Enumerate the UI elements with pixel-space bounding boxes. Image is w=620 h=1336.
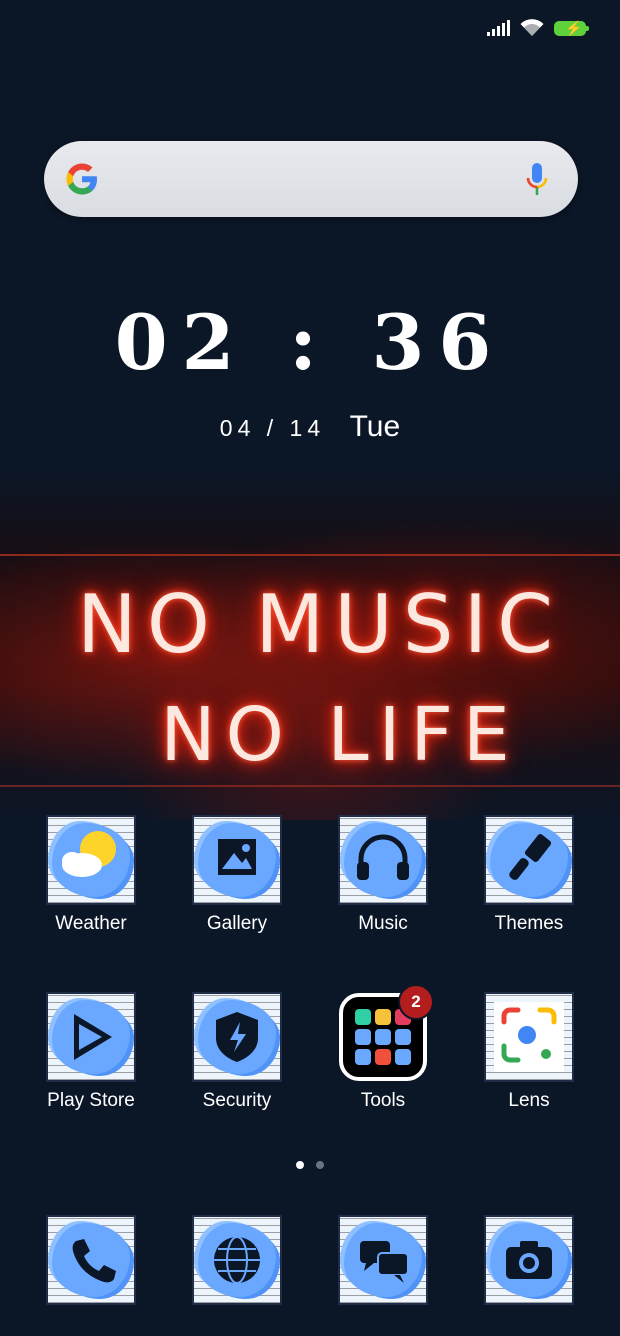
app-label: Play Store [47,1090,135,1111]
camera-icon [484,1215,574,1305]
app-label: Tools [360,1090,406,1111]
messages-icon [338,1215,428,1305]
browser-icon [192,1215,282,1305]
clock-date[interactable]: 04 / 14 Tue [0,410,620,444]
app-themes[interactable]: Themes [471,815,587,935]
app-gallery[interactable]: Gallery [179,815,295,935]
app-weather[interactable]: Weather [33,815,149,935]
app-label: Themes [494,913,564,934]
app-music[interactable]: Music [325,815,441,935]
app-label: Music [358,913,408,934]
wallpaper-neon: NO MUSIC NO LIFE [0,470,620,820]
app-lens[interactable]: Lens [471,992,587,1112]
dock-camera[interactable] [471,1215,587,1305]
app-label: Gallery [206,913,268,934]
page-dot[interactable] [316,1161,324,1169]
status-bar: ⚡ [487,16,589,40]
page-indicator [0,1161,620,1169]
app-security[interactable]: Security [179,992,295,1112]
neon-frame-top [0,554,620,556]
play-store-icon [46,992,136,1082]
neon-frame-bottom [0,785,620,787]
app-label: Lens [508,1090,550,1111]
lens-icon [484,992,574,1082]
neon-text-line1: NO MUSIC [76,578,564,671]
dock-browser[interactable] [179,1215,295,1305]
google-logo-icon [66,163,97,195]
app-label: Weather [55,913,127,934]
weekday-text: Tue [349,410,401,443]
wifi-icon [520,19,544,36]
dock-phone[interactable] [33,1215,149,1305]
app-label: Security [202,1090,272,1111]
battery-icon: ⚡ [554,20,589,36]
mic-icon[interactable] [526,163,548,197]
neon-text-line2: NO LIFE [160,692,520,778]
headphones-icon [338,815,428,905]
phone-icon [46,1215,136,1305]
tools-folder-icon: 2 [338,984,434,1082]
page-dot-active[interactable] [296,1161,304,1169]
app-play-store[interactable]: Play Store [33,992,149,1112]
paintbrush-icon [484,815,574,905]
google-search-bar[interactable] [44,141,578,217]
dock-messages[interactable] [325,1215,441,1305]
app-tools-folder[interactable]: 2 Tools [325,984,441,1112]
shield-icon [192,992,282,1082]
gallery-icon [192,815,282,905]
notification-badge: 2 [398,984,434,1020]
clock-time[interactable]: 02 : 36 [0,298,620,387]
weather-icon [46,815,136,905]
date-text: 04 / 14 [219,415,326,441]
signal-icon [487,20,510,36]
